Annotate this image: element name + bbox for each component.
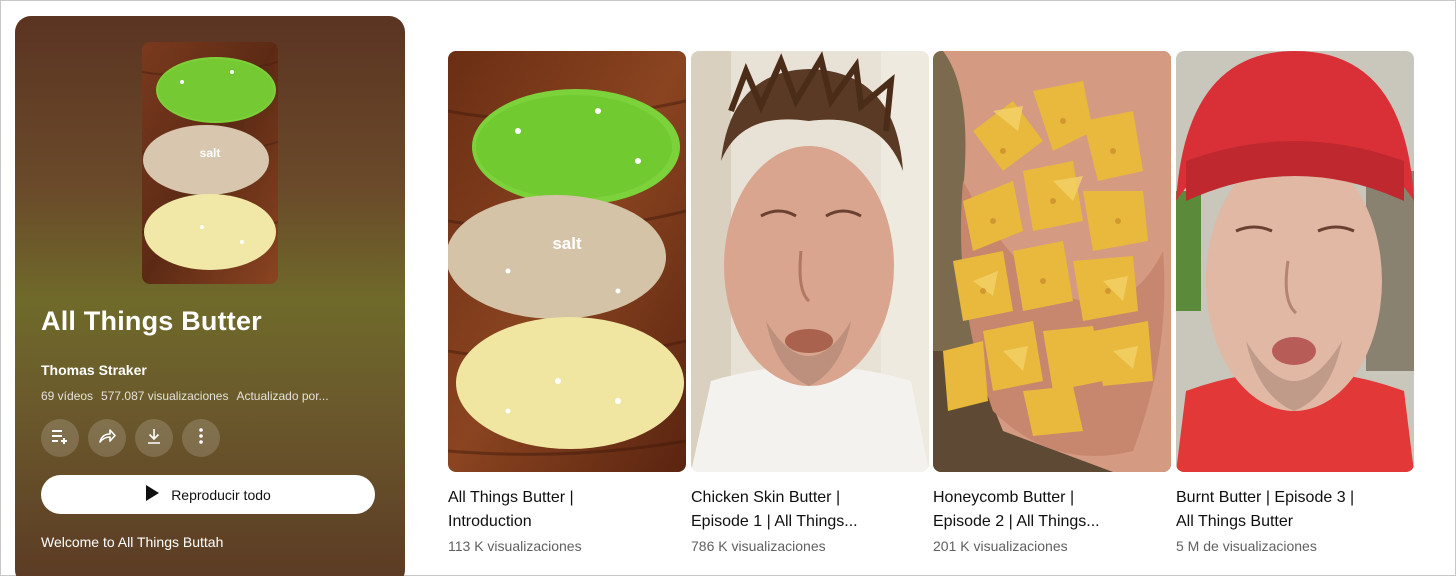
view-count: 577.087 visualizaciones bbox=[101, 389, 229, 403]
playlist-cover-thumbnail[interactable]: salt bbox=[142, 42, 278, 284]
updated-label: Actualizado por... bbox=[236, 389, 329, 403]
video-views: 786 K visualizaciones bbox=[691, 538, 826, 554]
more-vert-icon bbox=[191, 426, 211, 451]
video-count: 69 vídeos bbox=[41, 389, 94, 403]
playlist-actions bbox=[41, 419, 220, 457]
playlist-description: Welcome to All Things Buttah bbox=[41, 534, 224, 550]
thumbnail-caption: salt bbox=[552, 234, 582, 253]
video-card[interactable]: Honeycomb Butter | Episode 2 | All Thing… bbox=[933, 51, 1171, 554]
video-views: 201 K visualizaciones bbox=[933, 538, 1068, 554]
add-to-queue-icon bbox=[50, 426, 70, 451]
play-icon bbox=[145, 485, 160, 504]
video-title[interactable]: Chicken Skin Butter | Episode 1 | All Th… bbox=[691, 486, 929, 534]
play-all-button[interactable]: Reproducir todo bbox=[41, 475, 375, 514]
download-button[interactable] bbox=[135, 419, 173, 457]
share-button[interactable] bbox=[88, 419, 126, 457]
add-to-queue-button[interactable] bbox=[41, 419, 79, 457]
playlist-meta: 69 vídeos 577.087 visualizaciones Actual… bbox=[41, 389, 329, 403]
playlist-header: salt All Things Butter Thomas Straker 69… bbox=[15, 16, 405, 576]
channel-name-link[interactable]: Thomas Straker bbox=[41, 362, 147, 378]
share-icon bbox=[97, 426, 117, 451]
playlist-title: All Things Butter bbox=[41, 306, 262, 336]
video-card[interactable]: Chicken Skin Butter | Episode 1 | All Th… bbox=[691, 51, 929, 554]
video-title[interactable]: Honeycomb Butter | Episode 2 | All Thing… bbox=[933, 486, 1171, 534]
download-icon bbox=[144, 426, 164, 451]
video-thumbnail[interactable] bbox=[933, 51, 1171, 472]
video-thumbnail[interactable]: salt bbox=[448, 51, 686, 472]
video-thumbnail[interactable] bbox=[1176, 51, 1414, 472]
video-views: 5 M de visualizaciones bbox=[1176, 538, 1317, 554]
video-card[interactable]: salt All Things Butter | Introduction 11… bbox=[448, 51, 686, 554]
video-card[interactable]: Burnt Butter | Episode 3 | All Things Bu… bbox=[1176, 51, 1414, 554]
video-views: 113 K visualizaciones bbox=[448, 538, 582, 554]
cover-caption: salt bbox=[200, 146, 221, 160]
video-title[interactable]: All Things Butter | Introduction bbox=[448, 486, 686, 534]
video-title[interactable]: Burnt Butter | Episode 3 | All Things Bu… bbox=[1176, 486, 1414, 534]
video-thumbnail[interactable] bbox=[691, 51, 929, 472]
play-all-label: Reproducir todo bbox=[171, 486, 271, 503]
more-actions-button[interactable] bbox=[182, 419, 220, 457]
